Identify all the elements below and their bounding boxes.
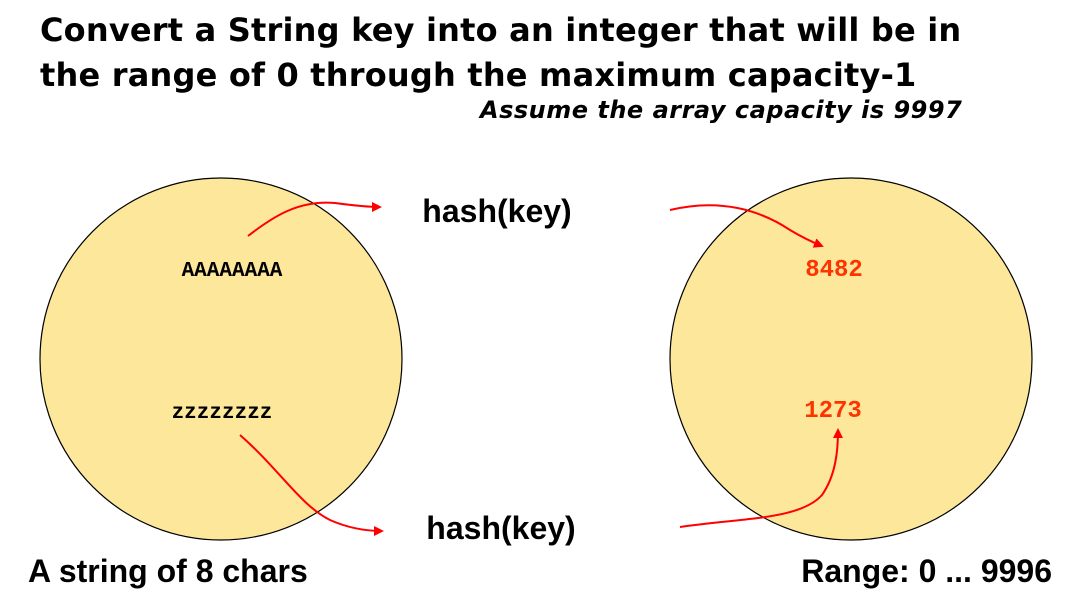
key-zzzzzzzz: zzzzzzzz [172, 402, 273, 425]
hash-label-top: hash(key) [422, 193, 571, 229]
hash-value-8482: 8482 [805, 257, 863, 284]
key-domain-circle [39, 177, 403, 541]
hash-label-bottom: hash(key) [426, 510, 575, 546]
hash-mapping-diagram: AAAAAAAA zzzzzzzz hash(key) hash(key) 84… [28, 177, 1052, 589]
domain-caption: A string of 8 chars [28, 553, 308, 589]
hash-value-1273: 1273 [804, 398, 862, 425]
range-caption: Range: 0 ... 9996 [801, 553, 1052, 589]
index-range-circle [669, 177, 1033, 541]
key-aaaaaaaa: AAAAAAAA [182, 260, 283, 283]
